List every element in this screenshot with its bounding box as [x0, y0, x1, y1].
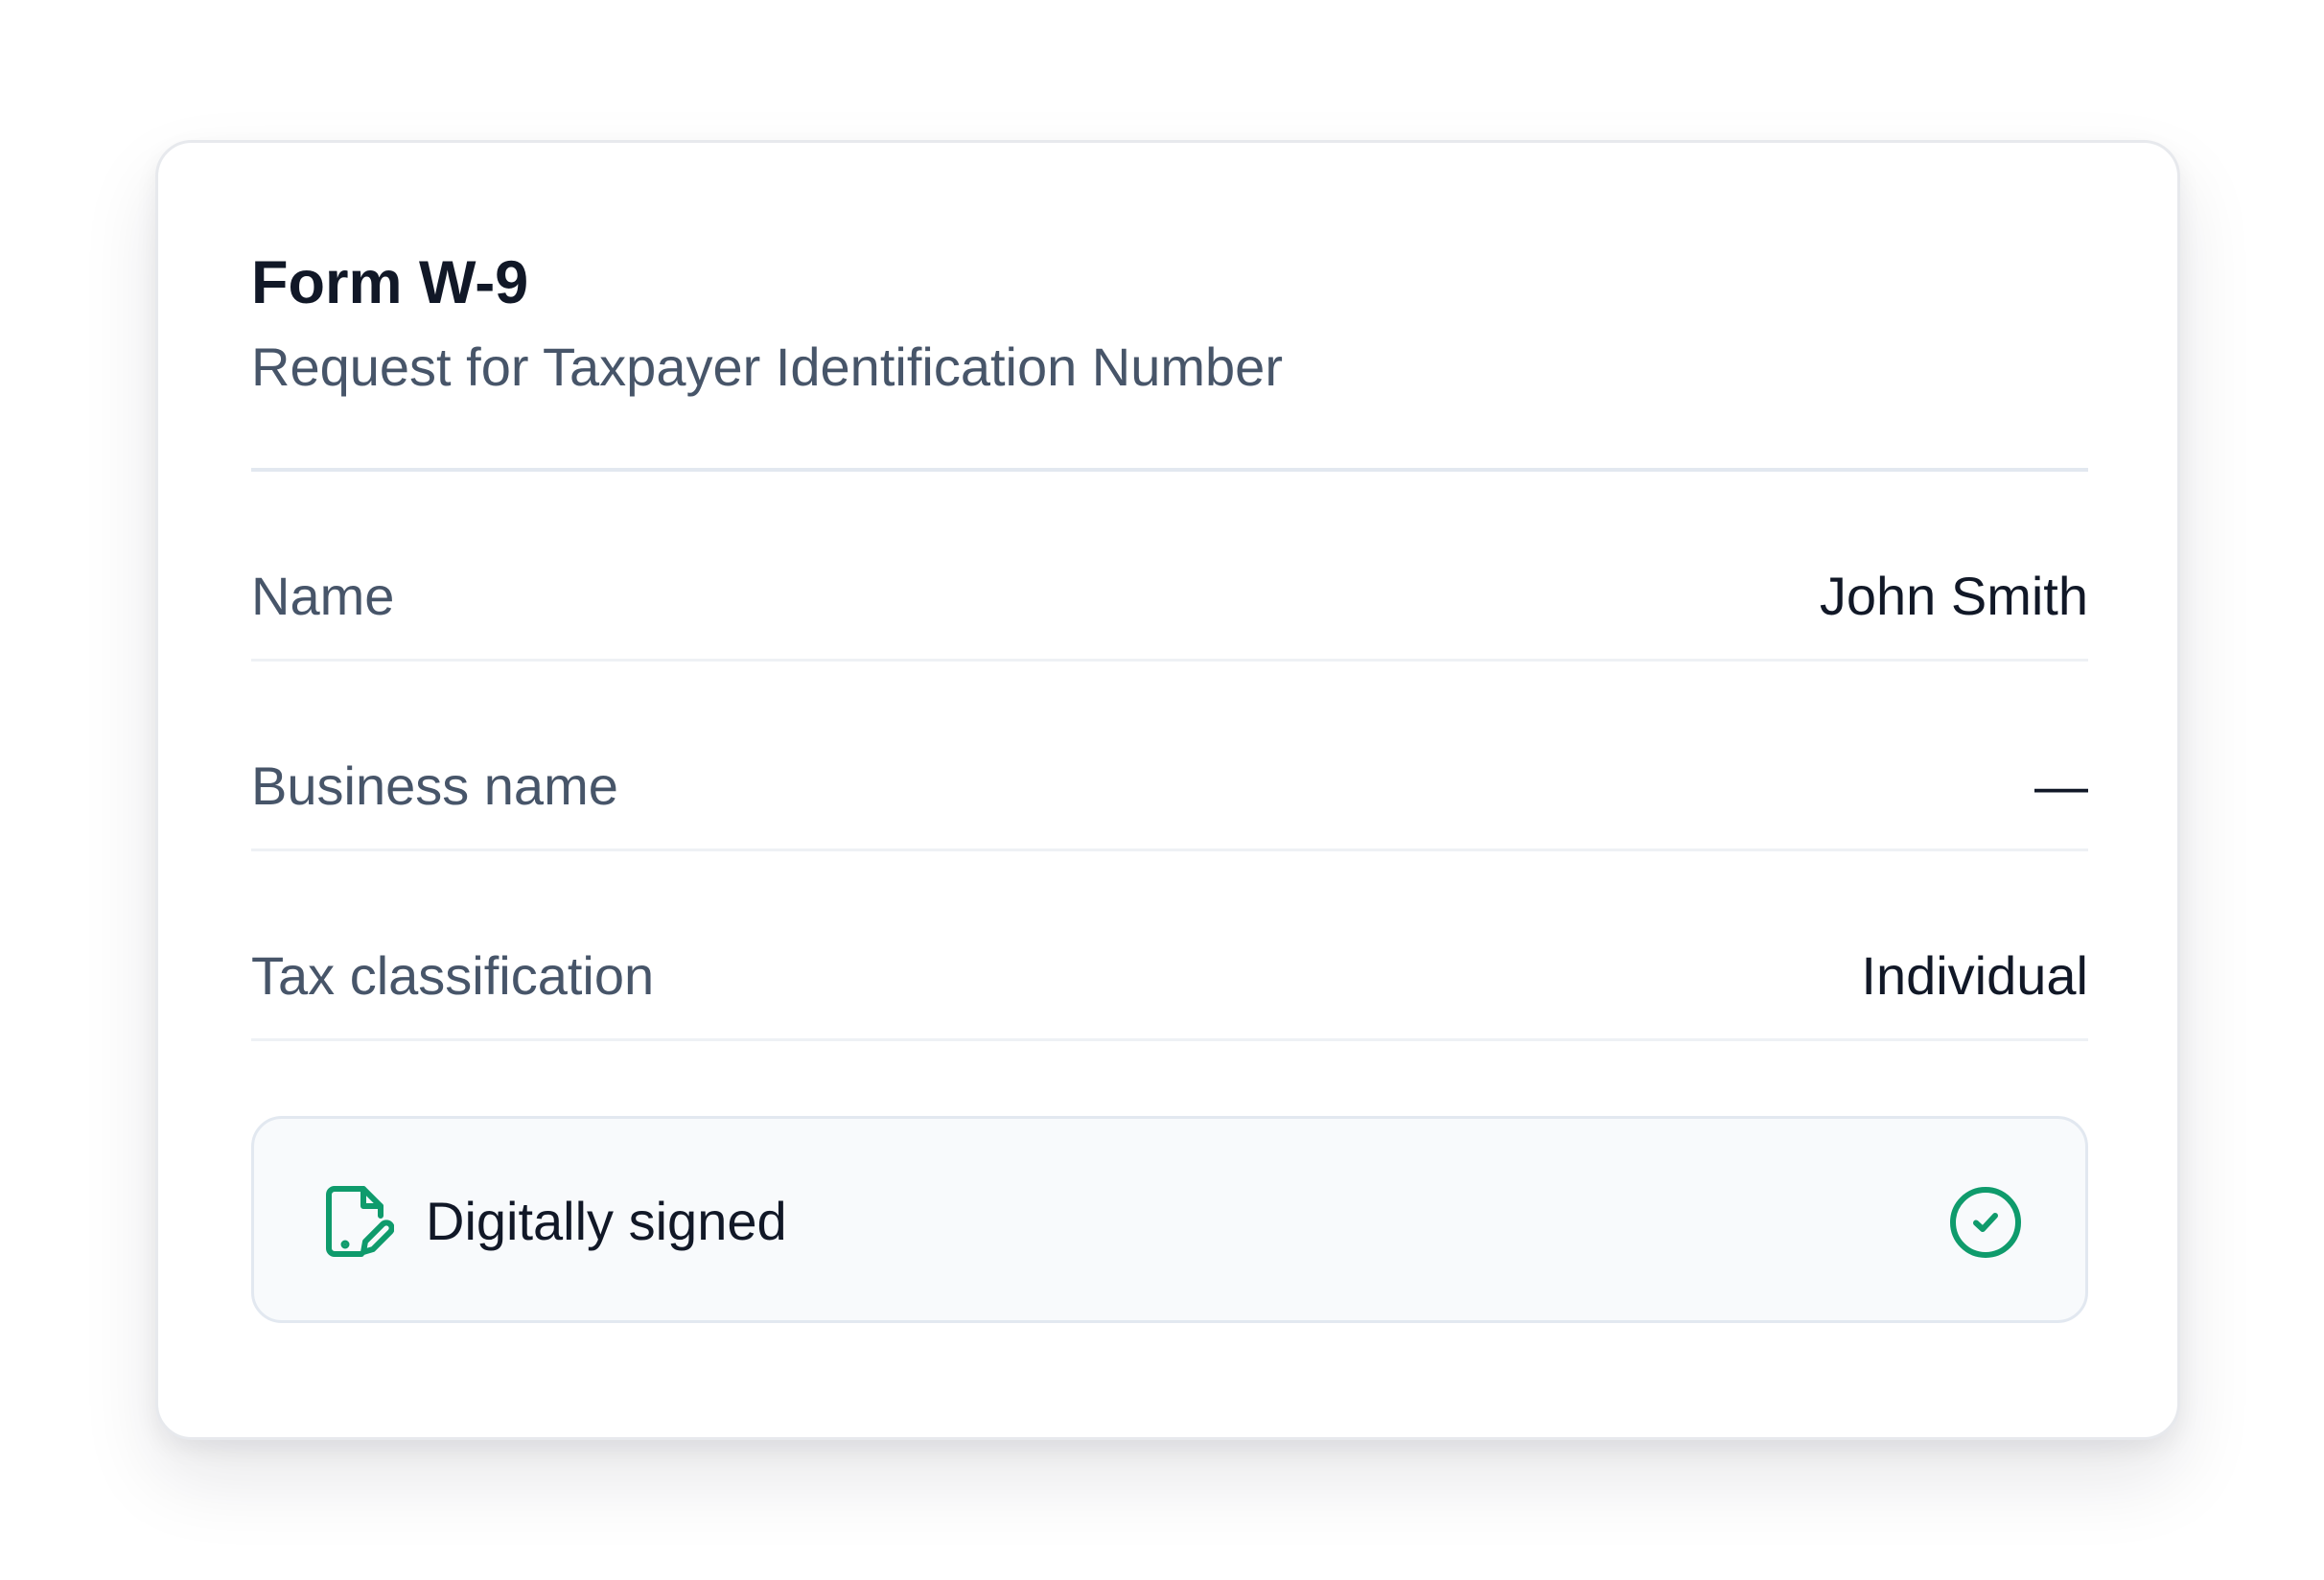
w9-form-card: Form W-9 Request for Taxpayer Identifica… — [155, 140, 2180, 1440]
signed-document-icon — [325, 1185, 395, 1258]
field-value-name: John Smith — [1819, 566, 2088, 626]
form-subtitle: Request for Taxpayer Identification Numb… — [251, 337, 1283, 397]
field-label-business-name: Business name — [251, 755, 618, 816]
field-value-business-name: — — [2034, 755, 2088, 816]
field-value-tax-classification: Individual — [1861, 945, 2088, 1006]
check-circle-icon — [1949, 1186, 2022, 1259]
form-title: Form W-9 — [251, 249, 529, 316]
field-row-name: Name John Smith — [251, 472, 2088, 662]
field-row-business-name: Business name — — [251, 662, 2088, 851]
field-label-tax-classification: Tax classification — [251, 945, 655, 1006]
signature-status-panel: Digitally signed — [251, 1116, 2088, 1323]
field-label-name: Name — [251, 566, 395, 626]
signature-status-label: Digitally signed — [426, 1191, 787, 1251]
field-row-tax-classification: Tax classification Individual — [251, 851, 2088, 1041]
